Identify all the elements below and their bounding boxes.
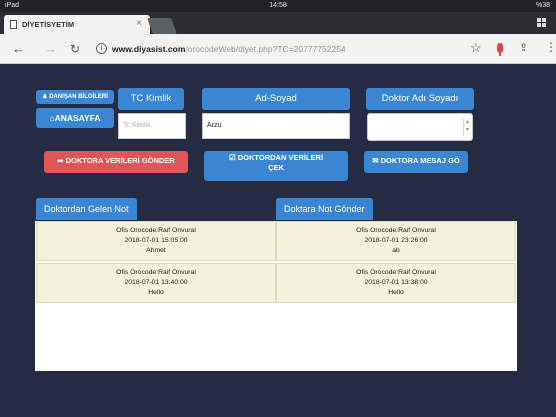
note-office: Ofis Orocode:Raif Onvural	[116, 227, 196, 234]
microphone-icon[interactable]	[497, 43, 503, 56]
url-path: /orocodeWeb/diyet.php?TC=20777752254	[185, 44, 346, 54]
note-office: Ofis Orocode:Raif Onvural	[116, 269, 196, 276]
envelope-icon: ✉	[372, 156, 379, 165]
checkbox-icon: ☑	[228, 153, 236, 162]
note-datetime: 2018-07-01 15:05:00	[124, 237, 188, 244]
note-card: Ofis Orocode:Raif Onvural 2018-07-01 15:…	[36, 221, 276, 261]
note-datetime: 2018-07-01 13:38:00	[364, 279, 428, 286]
tab-title: DİYETİSYETİM	[22, 20, 75, 29]
reload-icon[interactable]: ↻	[70, 42, 80, 56]
note-datetime: 2018-07-01 23:26:00	[364, 237, 428, 244]
ad-soyad-input[interactable]: Arzu	[202, 113, 350, 139]
anasayfa-button[interactable]: ⌂ANASAYFA	[36, 108, 114, 128]
clock: 14:58	[269, 2, 287, 9]
note-text: Hello	[388, 289, 404, 296]
star-icon[interactable]: ☆	[470, 40, 482, 56]
anasayfa-label: ANASAYFA	[54, 113, 101, 123]
page-icon	[10, 20, 17, 29]
fetch-data-label-1: DOKTORDAN VERİLERİ	[237, 153, 324, 162]
share-arrow-icon: ➦	[57, 156, 64, 165]
info-icon[interactable]: i	[96, 43, 107, 54]
tc-kimlik-label: TC Kimlik	[118, 88, 184, 110]
send-message-button[interactable]: ✉ DOKTORA MESAJ GÖ	[364, 151, 468, 173]
browser-tab[interactable]: DİYETİSYETİM ×	[4, 15, 150, 34]
battery-level: %38	[535, 2, 550, 9]
note-card: Ofis Orocode:Raif Onvural 2018-07-01 13:…	[36, 263, 276, 303]
tab-incoming-notes[interactable]: Doktordan Gelen Not	[36, 198, 137, 220]
fetch-data-button[interactable]: ☑ DOKTORDAN VERİLERİ ÇEK	[204, 151, 348, 181]
fetch-data-label-2: ÇEK	[268, 163, 284, 172]
doktor-adi-label: Doktor Adı Soyadı	[366, 88, 474, 110]
note-card: Ofis Orocode:Raif Onvural 2018-07-01 23:…	[276, 221, 516, 261]
send-data-label: DOKTORA VERİLERİ GÖNDER	[65, 156, 175, 165]
select-caret-icon: ▲ ▼	[463, 118, 470, 136]
danisan-bilgileri-label: DANIŞAN BİLGİLERİ	[49, 94, 108, 100]
send-message-label: DOKTORA MESAJ GÖ	[380, 156, 460, 165]
note-text: Hello	[148, 289, 164, 296]
danisan-bilgileri-button[interactable]: ♟ DANIŞAN BİLGİLERİ	[36, 90, 114, 104]
send-data-button[interactable]: ➦ DOKTORA VERİLERİ GÖNDER	[44, 151, 188, 173]
forward-arrow-icon[interactable]: →	[44, 41, 57, 56]
tc-kimlik-input[interactable]: Tc Kimlik	[118, 113, 186, 139]
status-bar: iPad 14:58 %38	[0, 0, 556, 12]
share-icon[interactable]: ⇪	[519, 41, 528, 54]
back-arrow-icon[interactable]: ←	[12, 41, 25, 56]
doktor-select[interactable]: ▲ ▼	[367, 113, 473, 141]
note-card: Ofis Orocode:Raif Onvural 2018-07-01 13:…	[276, 263, 516, 303]
new-tab-button[interactable]	[147, 18, 177, 34]
tab-grid-icon[interactable]	[537, 18, 546, 27]
notes-panel: Ofis Orocode:Raif Onvural 2018-07-01 15:…	[35, 221, 517, 371]
url-field[interactable]: www.diyasist.com/orocodeWeb/diyet.php?TC…	[112, 44, 346, 54]
close-icon[interactable]: ×	[136, 18, 142, 29]
more-menu-icon[interactable]: ⋮	[545, 40, 556, 54]
note-office: Ofis Orocode:Raif Onvural	[356, 227, 436, 234]
user-icon: ♟	[42, 94, 48, 100]
ad-soyad-label: Ad-Soyad	[202, 88, 350, 110]
page-content: ♟ DANIŞAN BİLGİLERİ ⌂ANASAYFA TC Kimlik …	[0, 64, 556, 417]
tab-send-note[interactable]: Doktara Not Gönder	[276, 198, 373, 220]
note-office: Ofis Orocode:Raif Onvural	[356, 269, 436, 276]
note-text: Ahmet	[146, 247, 166, 254]
browser-tab-strip: DİYETİSYETİM ×	[0, 12, 556, 34]
url-host: www.diyasist.com	[112, 44, 186, 54]
address-bar: ← → ↻ i www.diyasist.com/orocodeWeb/diye…	[0, 34, 556, 64]
note-datetime: 2018-07-01 13:40:00	[124, 279, 188, 286]
note-text: ab	[392, 247, 400, 254]
